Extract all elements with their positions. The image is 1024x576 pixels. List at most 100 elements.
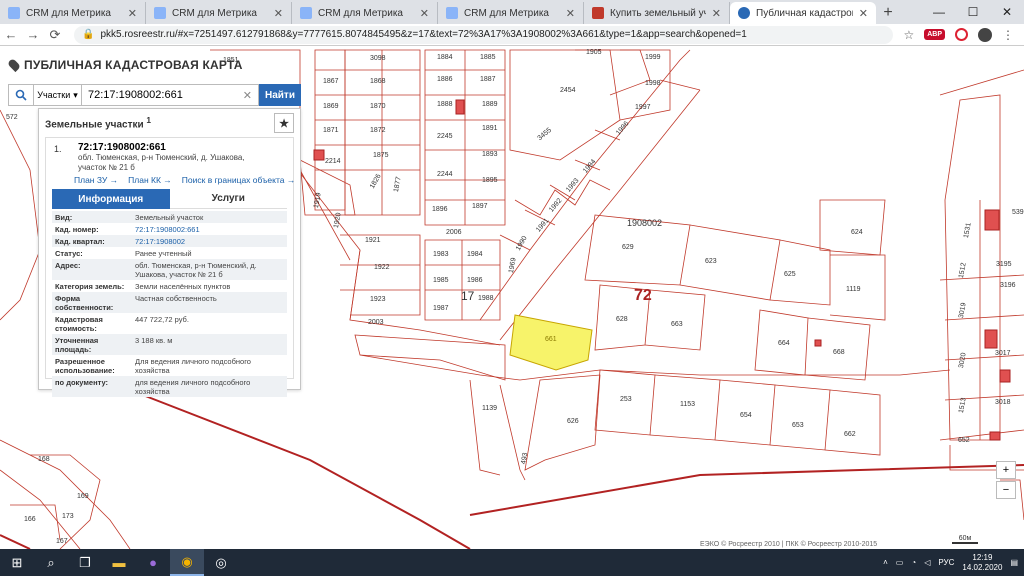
profile-icon[interactable] — [978, 27, 992, 42]
tab-services[interactable]: Услуги — [169, 189, 287, 209]
browser-tab[interactable]: CRM для Метрика ✕ — [0, 2, 146, 24]
parcel-label[interactable]: 169 — [77, 493, 89, 500]
parcel-label[interactable]: 3017 — [995, 350, 1011, 357]
menu-dots-icon[interactable]: ⋮ — [1002, 28, 1014, 42]
zoom-in-button[interactable]: + — [996, 461, 1016, 479]
parcel-label[interactable]: 625 — [784, 271, 796, 278]
chevron-up-icon[interactable]: ˄ — [883, 558, 888, 567]
parcel-label[interactable]: 3018 — [995, 399, 1011, 406]
parcel-label[interactable]: 1153 — [680, 401, 695, 408]
parcel-label[interactable]: 623 — [705, 258, 717, 265]
parcel-label[interactable]: 572 — [6, 114, 18, 121]
item-cad-number[interactable]: 72:17:1908002:661 — [78, 142, 287, 153]
parcel-label[interactable]: 629 — [622, 244, 634, 251]
parcel-label[interactable]: 173 — [62, 513, 74, 520]
plan-zu-link[interactable]: План ЗУ → — [74, 175, 118, 185]
browser-tab[interactable]: CRM для Метрика ✕ — [438, 2, 584, 24]
parcel-label[interactable]: 1987 — [433, 305, 449, 312]
notifications-icon[interactable]: ▤ — [1010, 558, 1018, 567]
parcel-label[interactable]: 1983 — [433, 251, 449, 258]
parcel-label[interactable]: 1999 — [645, 54, 661, 61]
parcel-label[interactable]: 1119 — [846, 286, 861, 293]
reload-icon[interactable]: ⟳ — [44, 27, 66, 43]
parcel-label[interactable]: 2006 — [446, 229, 462, 236]
parcel-label[interactable]: 1875 — [373, 152, 389, 159]
url-field[interactable]: 🔒 pkk5.rosreestr.ru/#x=7251497.612791868… — [74, 25, 894, 44]
selected-parcel-label[interactable]: 661 — [545, 336, 557, 343]
tab-info[interactable]: Информация — [52, 189, 170, 209]
parcel-label[interactable]: 1997 — [635, 104, 651, 111]
search-within-link[interactable]: Поиск в границах объекта → — [182, 175, 296, 185]
plan-kk-link[interactable]: План КК → — [128, 175, 172, 185]
clock[interactable]: 12:19 14.02.2020 — [962, 553, 1002, 573]
app-icon[interactable]: ◎ — [204, 549, 238, 576]
parcel-label[interactable]: 1905 — [586, 49, 602, 56]
parcel-label[interactable]: 654 — [740, 412, 752, 419]
parcel-label[interactable]: 668 — [833, 349, 845, 356]
parcel-label[interactable]: 662 — [844, 431, 856, 438]
parcel-label[interactable]: 1985 — [433, 277, 449, 284]
parcel-label[interactable]: 663 — [671, 321, 683, 328]
bookmark-star-icon[interactable]: ☆ — [903, 28, 914, 42]
parcel-label[interactable]: 1885 — [480, 54, 496, 61]
parcel-label[interactable]: 1893 — [482, 151, 498, 158]
parcel-label[interactable]: 1869 — [323, 103, 339, 110]
windows-start-icon[interactable]: ⊞ — [0, 549, 34, 576]
close-icon[interactable]: ✕ — [712, 7, 721, 20]
network-icon[interactable]: ◔ — [911, 558, 916, 567]
parcel-label[interactable]: 1871 — [323, 127, 339, 134]
parcel-label[interactable]: 1984 — [467, 251, 483, 258]
favorite-star-icon[interactable]: ★ — [274, 113, 294, 133]
search-icon[interactable]: ⌕ — [34, 549, 68, 576]
parcel-label[interactable]: 1897 — [472, 203, 488, 210]
parcel-label[interactable]: 3098 — [370, 55, 386, 62]
browser-tab[interactable]: CRM для Метрика ✕ — [292, 2, 438, 24]
parcel-label[interactable]: 1888 — [437, 101, 453, 108]
maximize-icon[interactable]: ☐ — [956, 0, 990, 24]
parcel-label[interactable]: 1872 — [370, 127, 386, 134]
parcel-label[interactable]: 539 — [1012, 209, 1024, 216]
opera-icon[interactable] — [955, 28, 968, 41]
parcel-label[interactable]: 1922 — [374, 264, 390, 271]
parcel-label[interactable]: 168 — [38, 456, 50, 463]
browser-tab-active[interactable]: Публичная кадастровая к ✕ — [730, 2, 876, 24]
parcel-label[interactable]: 166 — [24, 516, 36, 523]
task-view-icon[interactable]: ❐ — [68, 549, 102, 576]
parcel-label[interactable]: 1868 — [370, 78, 386, 85]
parcel-label[interactable]: 2454 — [560, 87, 576, 94]
parcel-label[interactable]: 626 — [567, 418, 579, 425]
parcel-label[interactable]: 1895 — [482, 177, 498, 184]
adblock-icon[interactable]: ABP — [924, 29, 945, 40]
result-item[interactable]: 1. 72:17:1908002:661 обл. Тюменская, р-н… — [45, 137, 296, 397]
language-indicator[interactable]: РУС — [938, 558, 954, 567]
parcel-label[interactable]: 1870 — [370, 103, 386, 110]
parcel-label[interactable]: 628 — [616, 316, 628, 323]
parcel-label[interactable]: 1884 — [437, 54, 453, 61]
clear-icon[interactable]: ✕ — [243, 89, 252, 102]
new-tab-button[interactable]: + — [876, 2, 900, 24]
close-icon[interactable]: ✕ — [274, 7, 283, 20]
parcel-label[interactable]: 1886 — [437, 76, 453, 83]
parcel-label[interactable]: 1998 — [645, 80, 661, 87]
battery-icon[interactable]: ▭ — [896, 558, 904, 567]
explorer-icon[interactable]: ▬ — [102, 549, 136, 576]
info-value[interactable]: 72:17:1908002:661 — [132, 223, 287, 235]
parcel-label[interactable]: 652 — [958, 437, 970, 444]
parcel-label[interactable]: 1988 — [478, 295, 494, 302]
search-input[interactable]: 72:17:1908002:661 ✕ — [82, 84, 259, 106]
parcel-label[interactable]: 3196 — [1000, 282, 1016, 289]
close-icon[interactable]: ✕ — [420, 7, 429, 20]
parcel-label[interactable]: 1867 — [323, 78, 339, 85]
parcel-label[interactable]: 2245 — [437, 133, 453, 140]
parcel-label[interactable]: 1896 — [432, 206, 448, 213]
find-button[interactable]: Найти — [259, 84, 301, 106]
parcel-label[interactable]: 1921 — [365, 237, 381, 244]
parcel-label[interactable]: 2244 — [437, 171, 453, 178]
parcel-label[interactable]: 1889 — [482, 101, 498, 108]
parcel-label[interactable]: 653 — [792, 422, 804, 429]
close-icon[interactable]: ✕ — [566, 7, 575, 20]
volume-icon[interactable]: ◁ — [924, 558, 930, 567]
close-icon[interactable]: ✕ — [859, 7, 868, 20]
viber-icon[interactable]: ● — [136, 549, 170, 576]
info-value[interactable]: 72:17:1908002 — [132, 235, 287, 247]
